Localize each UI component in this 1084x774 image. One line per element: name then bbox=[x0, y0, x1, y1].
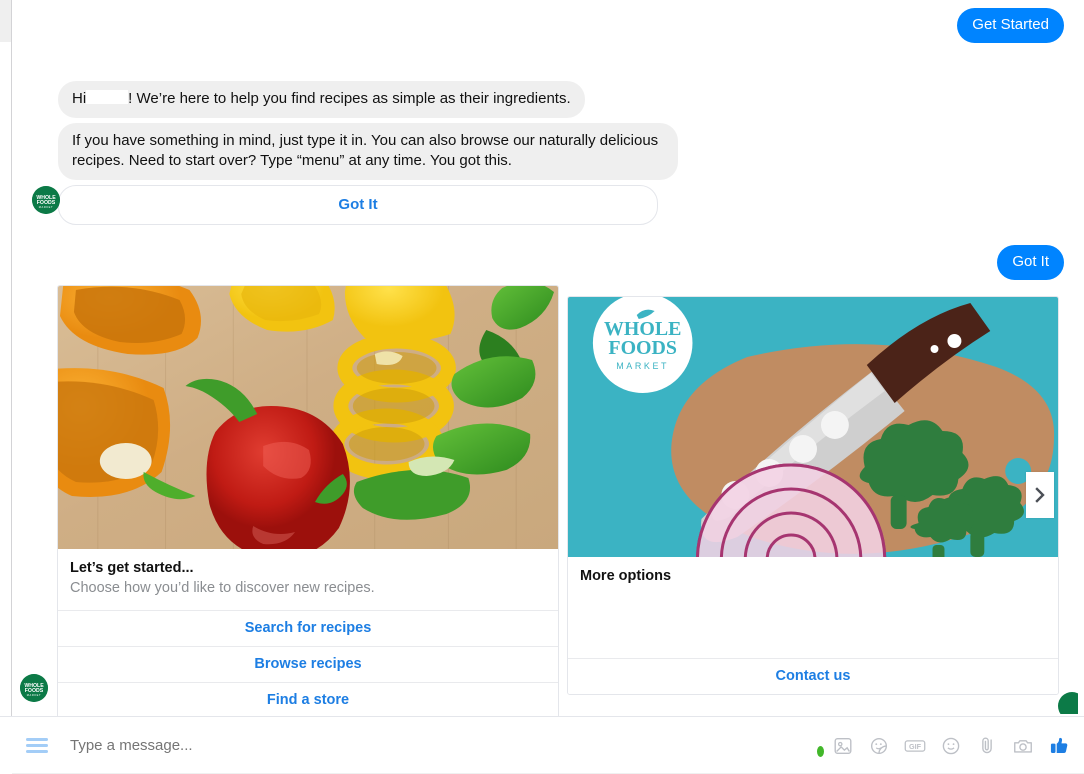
camera-icon[interactable] bbox=[1012, 735, 1034, 757]
svg-text:MARKET: MARKET bbox=[39, 205, 53, 209]
svg-text:FOODS: FOODS bbox=[608, 337, 677, 359]
gif-icon[interactable]: GIF bbox=[904, 735, 926, 757]
sticker-icon[interactable] bbox=[868, 735, 890, 757]
bot-avatar-partial bbox=[1058, 692, 1078, 714]
paperclip-icon[interactable] bbox=[976, 735, 998, 757]
carousel-card-more-options[interactable]: WHOLE FOODS MARKET More options Contact … bbox=[567, 296, 1059, 695]
chevron-right-icon bbox=[1035, 487, 1045, 503]
emoji-icon[interactable] bbox=[940, 735, 962, 757]
composer-icon-group: GIF bbox=[832, 735, 1084, 757]
card-body-more-options: More options bbox=[568, 557, 1058, 658]
card-title: Let’s get started... bbox=[70, 560, 194, 576]
cutting-board-illustration-image: WHOLE FOODS MARKET bbox=[568, 297, 1058, 557]
whole-foods-logo-icon bbox=[1058, 692, 1078, 714]
message-input[interactable] bbox=[70, 737, 832, 754]
bell-peppers-photo-image bbox=[58, 286, 558, 549]
card-button-browse-recipes[interactable]: Browse recipes bbox=[58, 646, 558, 682]
card-title: More options bbox=[580, 568, 672, 584]
bot-avatar-carousel: WHOLE FOODS MARKET bbox=[20, 674, 48, 702]
message-row-got-it-button: WHOLE FOODS MARKET Got It bbox=[12, 185, 1084, 225]
carousel-next-button[interactable] bbox=[1026, 472, 1054, 518]
get-started-button[interactable]: Get Started bbox=[957, 8, 1064, 43]
svg-text:MARKET: MARKET bbox=[27, 693, 41, 697]
got-it-postback-button[interactable]: Got It bbox=[58, 185, 658, 225]
whole-foods-logo-icon: WHOLE FOODS MARKET bbox=[20, 674, 48, 702]
card-body-lets-get-started: Let’s get started... Choose how you’d li… bbox=[58, 549, 558, 610]
hamburger-menu-icon[interactable] bbox=[26, 735, 48, 756]
whole-foods-logo-icon: WHOLE FOODS MARKET bbox=[32, 186, 60, 214]
bot-avatar: WHOLE FOODS MARKET bbox=[32, 186, 60, 214]
got-it-reply-bubble[interactable]: Got It bbox=[997, 245, 1064, 280]
intro-bubble: If you have something in mind, just type… bbox=[58, 123, 678, 180]
greeting-prefix: Hi bbox=[72, 90, 87, 107]
svg-text:MARKET: MARKET bbox=[616, 361, 669, 371]
card-button-search-for-recipes[interactable]: Search for recipes bbox=[58, 610, 558, 646]
greeting-bubble: Hi ! We’re here to help you find recipes … bbox=[58, 81, 585, 118]
message-composer: GIF bbox=[0, 716, 1084, 774]
redacted-name bbox=[86, 90, 129, 104]
online-status-dot bbox=[817, 746, 824, 757]
messenger-window: Get Started Hi ! We’re here to help you f… bbox=[0, 0, 1084, 774]
greeting-suffix: ! We’re here to help you find recipes as… bbox=[128, 90, 571, 107]
message-row-intro: If you have something in mind, just type… bbox=[12, 123, 1084, 180]
message-row-greeting: Hi ! We’re here to help you find recipes … bbox=[12, 81, 1084, 118]
thumbs-up-icon[interactable] bbox=[1048, 735, 1070, 757]
svg-text:GIF: GIF bbox=[909, 742, 922, 751]
card-button-contact-us[interactable]: Contact us bbox=[568, 658, 1058, 694]
carousel-card-lets-get-started[interactable]: Let’s get started... Choose how you’d li… bbox=[57, 285, 559, 719]
message-row-got-it-reply: Got It bbox=[12, 245, 1084, 280]
card-button-find-a-store[interactable]: Find a store bbox=[58, 682, 558, 718]
left-rail-block bbox=[0, 0, 11, 42]
card-subtitle: Choose how you’d like to discover new re… bbox=[70, 580, 375, 596]
photo-icon[interactable] bbox=[832, 735, 854, 757]
message-row-get-started: Get Started bbox=[12, 8, 1084, 43]
